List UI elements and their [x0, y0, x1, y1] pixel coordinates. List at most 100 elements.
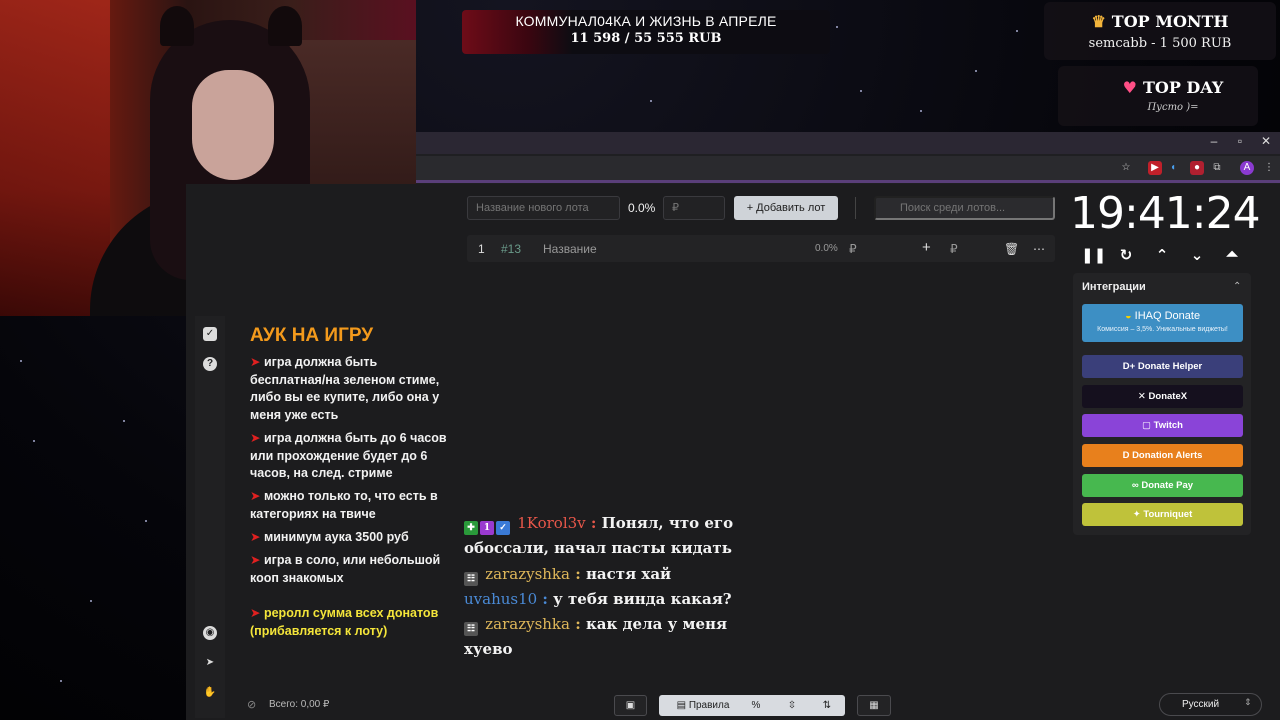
crown-icon: ♛ — [1091, 12, 1106, 31]
lot-search-input[interactable] — [874, 196, 1055, 220]
double-chevron-up-icon[interactable]: ⏶ — [1222, 246, 1242, 263]
chat-username: uvahus10 — [464, 590, 538, 608]
lot-percent: 0.0% — [815, 243, 838, 254]
star — [60, 680, 62, 682]
chat-message: ☷ zarazyshka : как дела у меня хуево — [464, 615, 728, 658]
goal-amount: 11 598 / 55 555 RUB — [570, 31, 722, 46]
top-month-panel — [1044, 2, 1276, 60]
extension-badge-icon[interactable]: ● — [1190, 161, 1204, 175]
lot-amount-currency: ₽ — [950, 242, 958, 256]
add-amount-icon[interactable]: + — [922, 239, 931, 256]
rule-item: ➤ игра должна быть до 6 часов или прохож… — [250, 431, 447, 480]
sort-icon[interactable]: ⇅ — [813, 695, 841, 716]
badge-icon: ☷ — [464, 572, 478, 586]
tourniquet-button[interactable]: ✦ Tourniquet — [1082, 503, 1243, 526]
top-month-value: semcabb - 1 500 RUB — [1088, 36, 1232, 51]
integrations-title: Интеграции — [1082, 281, 1146, 293]
extensions-puzzle-icon[interactable]: ⧉ — [1210, 161, 1224, 175]
lot-row[interactable]: 1 #13 Название 0.0% ₽ + ₽ 🗑 ⋯ — [467, 235, 1055, 262]
donate-helper-icon: D+ — [1122, 361, 1138, 372]
more-options-icon[interactable]: ⋯ — [1033, 242, 1045, 256]
goal-title: КОММУНАЛ04КА И ЖИЗНЬ В АПРЕЛЕ — [515, 13, 777, 29]
badge-icon: ✚ — [464, 521, 478, 535]
ihaq-donate-title: ◒ IHAQ Donate — [1124, 310, 1201, 322]
star — [33, 440, 35, 442]
reset-icon[interactable]: ↻ — [1116, 246, 1136, 264]
arrow-icon: ➤ — [250, 606, 261, 620]
lot-name[interactable]: Название — [543, 242, 597, 256]
pause-icon[interactable]: ❚❚ — [1081, 246, 1106, 264]
ukraine-flag-icon: ◒ — [1124, 310, 1135, 322]
donate-hand-icon[interactable]: ✋ — [203, 686, 217, 700]
star — [1016, 30, 1018, 32]
select-caret-icon: ⇕ — [1244, 697, 1252, 707]
heart-icon: ♥ — [1122, 78, 1137, 97]
donatex-button[interactable]: ✕ DonateX — [1082, 385, 1243, 408]
youtube-extension-icon[interactable]: ▶ — [1148, 161, 1162, 175]
save-icon[interactable]: ▣ — [614, 695, 647, 716]
chevron-down-icon[interactable]: ⌄ — [1187, 246, 1207, 264]
delete-lot-icon[interactable]: 🗑 — [1004, 242, 1019, 256]
star — [975, 70, 977, 72]
donate-pay-button[interactable]: ∞ Donate Pay — [1082, 474, 1243, 497]
new-lot-input[interactable] — [467, 196, 620, 220]
donate-helper-button[interactable]: D+ Donate Helper — [1082, 355, 1243, 378]
audio-extension-icon[interactable]: ◖ — [1166, 161, 1180, 175]
star — [90, 600, 92, 602]
minimize-icon[interactable]: – — [1204, 134, 1224, 148]
bookmark-star-icon[interactable]: ☆ — [1119, 161, 1133, 175]
close-icon[interactable]: ✕ — [1256, 134, 1276, 148]
lot-index: 1 — [478, 242, 485, 256]
percent-toggle-icon[interactable]: % — [742, 695, 770, 716]
browser-titlebar — [416, 132, 1280, 154]
verified-badge-icon: ✓ — [496, 521, 510, 535]
profile-avatar[interactable]: A — [1240, 161, 1254, 175]
chat-message: ✚ 1 ✓ 1Korol3v : Понял, что его обоссали, … — [464, 514, 734, 557]
split-icon[interactable]: ⇳ — [778, 695, 806, 716]
chat-username: 1Korol3v — [517, 514, 586, 532]
toolbar-divider — [855, 197, 856, 219]
hide-eye-icon[interactable]: ⊘ — [247, 698, 256, 711]
chat-text: настя хай — [585, 565, 672, 583]
lot-amount-input[interactable] — [663, 196, 725, 220]
star — [920, 110, 922, 112]
badge-icon: ☷ — [464, 622, 478, 636]
collapse-icon[interactable]: ⌃ — [1233, 281, 1241, 292]
browser-menu-icon[interactable]: ⋮ — [1262, 161, 1276, 175]
star — [145, 520, 147, 522]
tab-accent-bar — [416, 180, 1280, 183]
new-lot-percent: 0.0% — [628, 201, 656, 215]
star — [650, 100, 652, 102]
rule-item: ➤ игра в соло, или небольшой кооп знаком… — [250, 553, 441, 585]
shield-icon[interactable]: ✓ — [203, 327, 217, 341]
rule-item: ➤ можно только то, что есть в категориях… — [250, 489, 438, 521]
clear-icon[interactable]: ▦ — [857, 695, 891, 716]
lot-id: #13 — [501, 242, 522, 256]
arrow-icon: ➤ — [250, 355, 261, 369]
top-day-value: Пусто )= — [1147, 102, 1199, 113]
arrow-icon: ➤ — [250, 530, 261, 544]
lot-currency: ₽ — [849, 242, 857, 256]
chevron-up-icon[interactable]: ⌃ — [1152, 246, 1172, 264]
telegram-icon[interactable]: ➤ — [203, 656, 217, 670]
rules-title: АУК НА ИГРУ — [250, 325, 374, 346]
star — [836, 26, 838, 28]
restore-icon[interactable]: ▫ — [1230, 134, 1250, 148]
plus-icon: + — [746, 202, 757, 214]
rules-button[interactable]: ▤ Правила — [668, 695, 738, 716]
arrow-icon: ➤ — [250, 489, 261, 503]
reroll-rule: ➤ реролл сумма всех донатов (прибавляетс… — [250, 606, 439, 638]
auction-timer: 19:41:24 — [1070, 188, 1261, 239]
subscriber-badge-icon: 1 — [480, 521, 494, 535]
chat-username: zarazyshka — [485, 565, 570, 583]
twitch-button[interactable]: ▢ Twitch — [1082, 414, 1243, 437]
tourniquet-icon: ✦ — [1132, 509, 1144, 520]
add-lot-button[interactable]: + Добавить лот — [734, 196, 838, 220]
ihaq-donate-subtitle: Комиссия – 3,5%. Уникальные виджеты! — [1097, 326, 1228, 333]
help-icon[interactable]: ? — [203, 357, 217, 371]
twitch-icon: ▢ — [1141, 420, 1154, 431]
arrow-icon: ➤ — [250, 553, 261, 567]
rules-icon: ▤ — [676, 700, 689, 711]
donation-alerts-button[interactable]: D Donation Alerts — [1082, 444, 1243, 467]
github-icon[interactable]: ◉ — [203, 626, 217, 640]
